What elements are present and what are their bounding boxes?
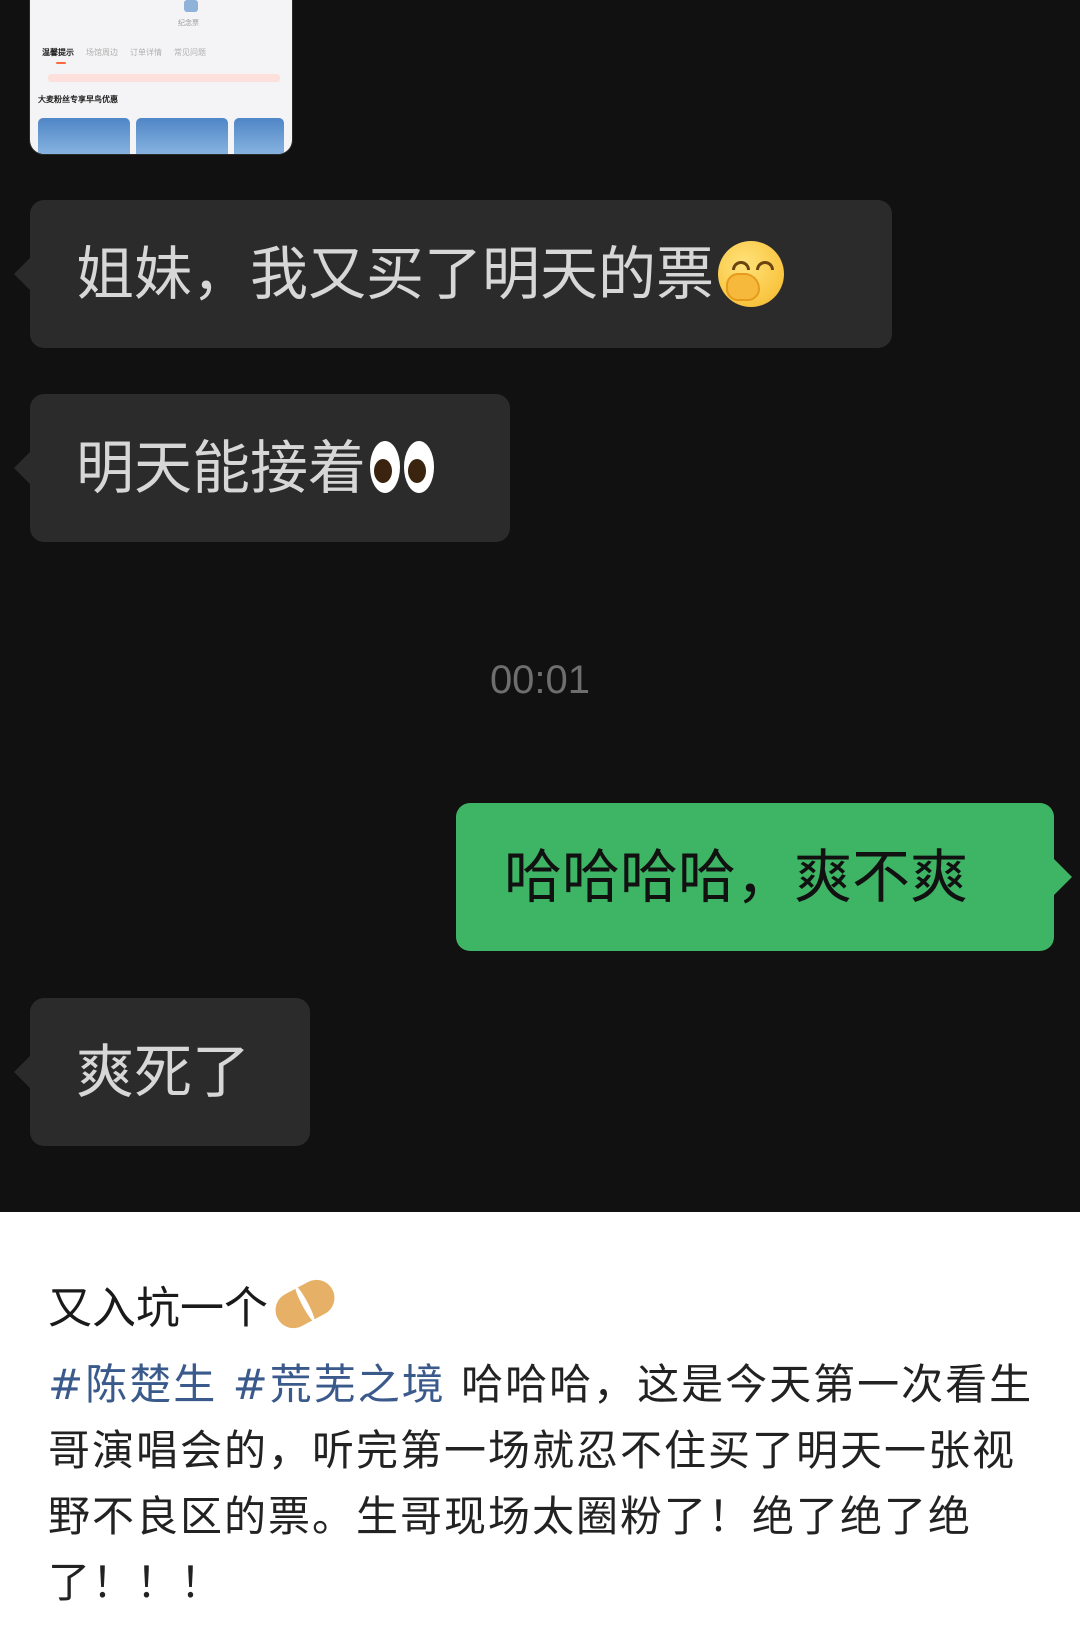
thumbnail-card [136,118,228,154]
thumbnail-banner [48,74,280,82]
thumbnail-caption: 纪念票 [178,19,199,27]
post-title-text: 又入坑一个 [48,1283,268,1334]
ticket-icon [184,0,198,12]
thumbnail-promo: 大麦粉丝专享早鸟优惠 [38,95,118,104]
post-caption: 又入坑一个 #陈楚生 #荒芜之境 哈哈哈，这是今天第一次看生哥演唱会的，听完第一… [0,1212,1080,1627]
thumbnail-tab: 温馨提示 [42,48,74,57]
chat-timestamp: 00:01 [489,658,591,702]
peanut-emoji-icon [269,1273,341,1335]
hashtag-link[interactable]: #陈楚生 [48,1360,217,1409]
thumbnail-tabs: 温馨提示 场馆周边 订单详情 常见问题 [42,47,206,58]
message-text: 哈哈哈哈，爽不爽 [504,843,969,911]
thumbnail-tab: 场馆周边 [86,48,118,57]
message-text: 爽死了 [76,1038,251,1106]
incoming-message-bubble[interactable]: 姐妹，我又买了明天的票 [14,200,892,348]
hashtag-link[interactable]: #荒芜之境 [233,1360,446,1409]
post-title: 又入坑一个 [48,1272,341,1336]
message-text: 明天能接着 [76,434,367,502]
hand-over-mouth-emoji-icon [718,241,785,307]
incoming-message-bubble[interactable]: 明天能接着 [14,394,510,542]
thumbnail-card [234,118,284,154]
eyes-emoji-icon [370,439,436,497]
outgoing-message-bubble[interactable]: 哈哈哈哈，爽不爽 [456,803,1072,951]
thumbnail-tab-indicator [56,62,66,64]
incoming-message-bubble[interactable]: 爽死了 [14,998,310,1146]
message-text: 姐妹，我又买了明天的票 [76,240,715,308]
thumbnail-tab: 订单详情 [130,48,162,57]
chat-screenshot: 纪念票 温馨提示 场馆周边 订单详情 常见问题 大麦粉丝专享早鸟优惠 姐妹，我又… [0,0,1080,1212]
thumbnail-cards [38,118,284,154]
thumbnail-tab: 常见问题 [174,48,206,57]
thumbnail-card [38,118,130,154]
shared-image-thumbnail[interactable]: 纪念票 温馨提示 场馆周边 订单详情 常见问题 大麦粉丝专享早鸟优惠 [30,0,292,154]
post-body: #陈楚生 #荒芜之境 哈哈哈，这是今天第一次看生哥演唱会的，听完第一场就忍不住买… [48,1352,1038,1616]
